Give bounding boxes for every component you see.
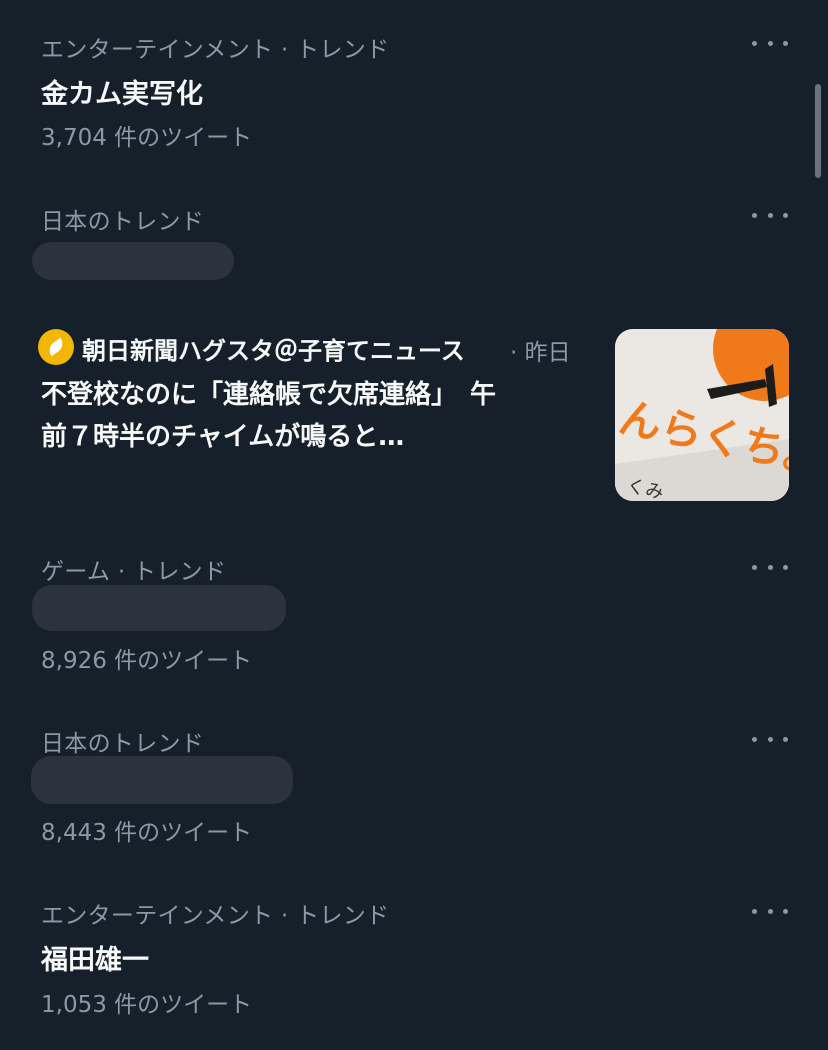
trend-category: ゲーム · トレンド [41, 559, 227, 585]
news-source: 朝日新聞ハグスタ＠子育てニュース [82, 337, 465, 365]
trend-tweet-count: 1,053 件のツイート [41, 992, 253, 1018]
trend-item[interactable]: エンターテインメント · トレンド 福田雄一 1,053 件のツイート [0, 884, 828, 1034]
trend-tweet-count: 3,704 件のツイート [41, 125, 253, 151]
trend-item[interactable]: エンターテインメント · トレンド 金カム実写化 3,704 件のツイート [0, 0, 828, 170]
trend-item[interactable]: 日本のトレンド [0, 190, 828, 300]
trend-tweet-count: 8,443 件のツイート [41, 820, 253, 846]
more-horizontal-icon[interactable] [752, 729, 788, 749]
redacted-trend-title [31, 756, 293, 804]
more-horizontal-icon[interactable] [752, 205, 788, 225]
trend-category: エンターテインメント · トレンド [41, 903, 390, 929]
trend-tweet-count: 8,926 件のツイート [41, 648, 253, 674]
more-horizontal-icon[interactable] [752, 557, 788, 577]
asahi-hagusuta-logo-icon [38, 329, 74, 365]
trend-item[interactable]: ゲーム · トレンド 8,926 件のツイート [0, 540, 828, 690]
news-headline-line2: 前７時半のチャイムが鳴ると… [41, 422, 405, 452]
trend-category: 日本のトレンド [41, 731, 205, 757]
trend-item[interactable]: 日本のトレンド 8,443 件のツイート [0, 712, 828, 862]
trend-category: エンターテインメント · トレンド [41, 37, 390, 63]
trend-category: 日本のトレンド [41, 209, 205, 235]
more-horizontal-icon[interactable] [752, 33, 788, 53]
trend-title: 金カム実写化 [41, 79, 203, 110]
trend-title: 福田雄一 [41, 945, 149, 976]
redacted-trend-title [32, 242, 234, 280]
news-time: · 昨日 [510, 340, 571, 366]
redacted-trend-title [32, 585, 286, 631]
more-horizontal-icon[interactable] [752, 901, 788, 921]
news-headline-line1: 不登校なのに「連絡帳で欠席連絡」 午 [41, 380, 497, 410]
news-thumbnail[interactable]: んらくち。 くみ [615, 329, 789, 501]
